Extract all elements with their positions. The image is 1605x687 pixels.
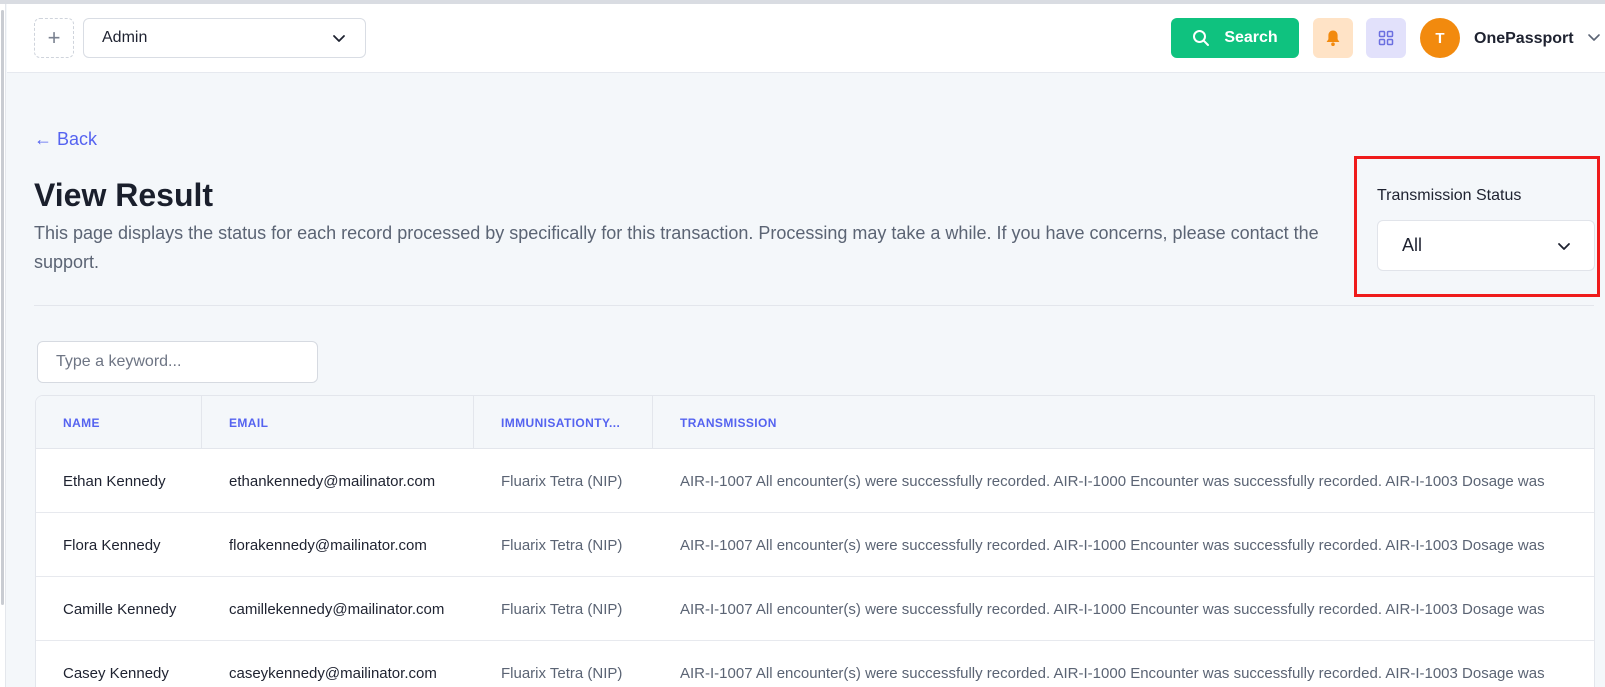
table-header: NAME EMAIL IMMUNISATIONTY... TRANSMISSIO… — [36, 396, 1594, 449]
cell-email: ethankennedy@mailinator.com — [229, 472, 436, 490]
cell-immunisation-type: Fluarix Tetra (NIP) — [501, 664, 623, 682]
back-link[interactable]: ← Back — [34, 129, 97, 150]
column-header-transmission[interactable]: TRANSMISSION — [653, 396, 1594, 449]
search-button-label: Search — [1224, 29, 1278, 46]
table-row[interactable]: Flora Kennedy florakennedy@mailinator.co… — [36, 513, 1594, 577]
cell-email: florakennedy@mailinator.com — [229, 536, 427, 554]
column-header-email[interactable]: EMAIL — [202, 396, 474, 449]
cell-immunisation-type: Fluarix Tetra (NIP) — [501, 472, 623, 490]
page-title: View Result — [34, 177, 214, 213]
cell-transmission: AIR-I-1007 All encounter(s) were success… — [680, 472, 1545, 490]
table-row[interactable]: Casey Kennedy caseykennedy@mailinator.co… — [36, 641, 1594, 687]
cell-transmission: AIR-I-1007 All encounter(s) were success… — [680, 536, 1545, 554]
column-header-name[interactable]: NAME — [36, 396, 202, 449]
cell-name: Casey Kennedy — [63, 664, 169, 682]
notifications-button[interactable] — [1313, 18, 1353, 58]
transmission-status-label: Transmission Status — [1377, 187, 1522, 204]
table-row[interactable]: Camille Kennedy camillekennedy@mailinato… — [36, 577, 1594, 641]
cell-email: camillekennedy@mailinator.com — [229, 600, 445, 618]
cell-transmission: AIR-I-1007 All encounter(s) were success… — [680, 664, 1545, 682]
page-description: This page displays the status for each r… — [34, 223, 1319, 272]
grid-icon — [1378, 30, 1394, 46]
chevron-down-icon — [333, 35, 345, 42]
table-row[interactable]: Ethan Kennedy ethankennedy@mailinator.co… — [36, 449, 1594, 513]
cell-immunisation-type: Fluarix Tetra (NIP) — [501, 536, 623, 554]
results-table: NAME EMAIL IMMUNISATIONTY... TRANSMISSIO… — [35, 395, 1595, 687]
keyword-search-input[interactable] — [37, 341, 318, 383]
cell-email: caseykennedy@mailinator.com — [229, 664, 437, 682]
cell-immunisation-type: Fluarix Tetra (NIP) — [501, 600, 623, 618]
bell-icon — [1326, 30, 1340, 46]
top-bar: + Admin Search T OnePassport — [7, 4, 1605, 73]
transmission-status-value: All — [1402, 235, 1423, 255]
apps-button[interactable] — [1366, 18, 1406, 58]
cell-transmission: AIR-I-1007 All encounter(s) were success… — [680, 600, 1545, 618]
search-icon — [1193, 30, 1210, 46]
plus-icon: + — [47, 25, 61, 50]
cell-name: Ethan Kennedy — [63, 472, 166, 490]
cell-name: Flora Kennedy — [63, 536, 161, 554]
search-button[interactable]: Search — [1171, 18, 1299, 58]
role-select-value: Admin — [102, 29, 148, 46]
divider — [34, 305, 1594, 306]
add-button[interactable]: + — [34, 18, 74, 58]
cell-name: Camille Kennedy — [63, 600, 177, 618]
column-header-immunisation-type[interactable]: IMMUNISATIONTY... — [474, 396, 653, 449]
chevron-down-icon — [1558, 242, 1570, 250]
role-select[interactable]: Admin — [83, 18, 366, 58]
account-name[interactable]: OnePassport — [1474, 30, 1574, 48]
user-avatar[interactable]: T — [1420, 18, 1460, 58]
account-chevron-down-icon[interactable] — [1587, 30, 1601, 44]
transmission-status-select[interactable]: All — [1377, 220, 1595, 271]
left-scrollbar[interactable] — [0, 4, 6, 687]
